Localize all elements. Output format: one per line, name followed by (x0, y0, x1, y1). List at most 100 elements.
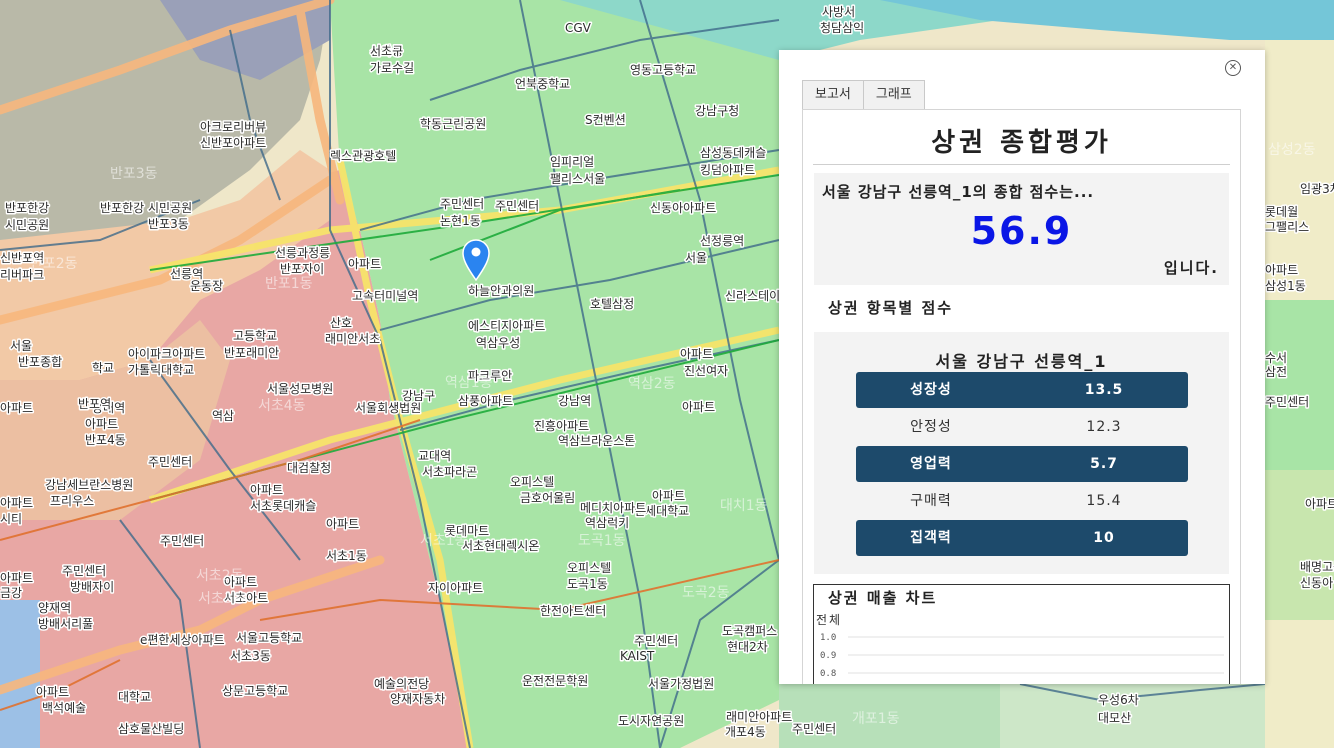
map-label: 주민센터 (495, 199, 539, 213)
map-label: 서울회생법원 (355, 401, 421, 415)
chart-title: 상권 매출 차트 (828, 589, 938, 607)
map-label: 래미안아파트 (726, 710, 792, 724)
map-label: 현대2차 (727, 640, 768, 654)
map-label: 오피스텔 (567, 561, 611, 575)
map-label: 서초파라곤 (422, 465, 477, 479)
map-label: 아파트 (0, 496, 33, 510)
map-label: 신라스테이 (725, 289, 780, 303)
map-label: 에스티지아파트 (468, 319, 545, 333)
map-label: 주민센터 (148, 455, 192, 469)
map-label: 영동고등학교 (630, 63, 696, 77)
map-label: 금강 (0, 586, 22, 600)
score-row-name: 집객력 (910, 530, 952, 546)
district-name-label: 서초3동 (198, 591, 246, 607)
map-label: 주민센터 (1265, 395, 1309, 409)
map-label: 진흥아파트 (534, 419, 589, 433)
chart-plot: 1.00.90.80.7 (820, 633, 1224, 679)
tab-report[interactable]: 보고서 (802, 80, 864, 109)
map-label: 선정릉역 (700, 234, 744, 248)
map-label: 교대역 (418, 449, 451, 463)
map-label: 도시자연공원 (618, 714, 684, 728)
map-label: 신동아아파트 (650, 201, 716, 215)
map-label: 아파트 (1265, 263, 1298, 277)
map-label: 우성6차 (1098, 693, 1139, 707)
map-label: 대검찰청 (287, 461, 331, 475)
report-title: 상권 종합평가 (931, 128, 1112, 158)
item-scores-region: 서울 강남구 선릉역_1 (935, 352, 1108, 371)
map-label: 아파트 (250, 483, 283, 497)
map-label: 반포래미안 (224, 346, 279, 360)
map-label: 금호어울림 (520, 491, 575, 505)
map-label: 고등학교 (233, 329, 277, 343)
map-label: 래미안서초 (325, 332, 380, 346)
score-row: 안정성 12.3 (856, 409, 1188, 445)
map-label: 대학교 (118, 690, 151, 704)
map-label: 서울 (10, 339, 32, 353)
map-label: 시티 (0, 512, 22, 526)
chart-tick-label: 1.0 (820, 633, 836, 643)
score-row-value: 5.7 (1090, 456, 1118, 472)
map-label: 호텔삼정 (590, 297, 634, 311)
district-name-label: 반포1동 (265, 276, 313, 292)
map-label: 주민센터 (634, 634, 678, 648)
map-label: 대모산 (1098, 711, 1131, 725)
district-name-label: 반포3동 (110, 166, 158, 182)
map-label: 청담삼익 (820, 21, 864, 35)
map-label: 반포3동 (148, 217, 189, 231)
map-label: CGV (565, 21, 592, 35)
district-name-label: 도곡1동 (578, 533, 626, 549)
tab-graph[interactable]: 그래프 (862, 80, 925, 109)
map-label: 논현1동 (440, 214, 481, 228)
report-tabs: 보고서 그래프 (802, 80, 925, 109)
map-label: 시민공원 (148, 201, 192, 215)
map-label: 서초1동 (326, 549, 367, 563)
map-label: 반포역 (78, 397, 111, 411)
map-label: 사방서 (822, 5, 855, 19)
score-row: 집객력 10 (856, 520, 1188, 556)
map-label: 임피리얼 (550, 155, 594, 169)
district-name-label: 서초1동 (420, 533, 468, 549)
map-label: 메디치아파트 (580, 501, 646, 515)
map-label: 역삼브라운스톤 (558, 434, 635, 448)
map-label: 주민센터 (440, 197, 484, 211)
map-label: 반포자이 (280, 262, 324, 276)
map-label: 언북중학교 (515, 77, 570, 91)
map-label: 킹덤아파트 (700, 163, 755, 177)
map-label: 운동장 (190, 279, 223, 293)
map-label: 양재역 (38, 601, 71, 615)
sales-chart: 상권 매출 차트 전체 1.00.90.80.7 (813, 584, 1230, 684)
map-label: 배명고등학교 (1300, 560, 1334, 574)
items-heading: 상권 항목별 점수 (828, 299, 954, 317)
map-label: 강남구청 (695, 104, 739, 118)
district-name-label: 대치1동 (720, 498, 768, 514)
district-name-label: 개포1동 (852, 711, 900, 727)
map-label: KAIST (620, 649, 655, 663)
score-row: 구매력 15.4 (856, 483, 1188, 519)
close-circle-icon[interactable]: ✕ (1225, 60, 1241, 76)
map-label: 개포4동 (725, 725, 766, 739)
item-scores-box: 서울 강남구 선릉역_1 성장성 13.5 안정성 12.3 영업력 5.7 구… (814, 332, 1229, 574)
map-label: 방배서리풀 (38, 617, 93, 631)
map-label: 자이아파트 (428, 581, 483, 595)
map-label: 삼호물산빌딩 (118, 722, 184, 736)
score-row-name: 성장성 (910, 382, 952, 398)
map-label: 선릉과정릉 (275, 246, 330, 260)
map-label: 서울 (685, 251, 707, 265)
map-label: 도곡1동 (567, 577, 608, 591)
map-label: 반포종합 (18, 355, 62, 369)
map-label: 팰리스서울 (550, 172, 605, 186)
score-row-value: 13.5 (1084, 382, 1124, 398)
district-name-label: 역삼1동 (445, 375, 493, 391)
report-panel: ✕ 보고서 그래프 상권 종합평가 서울 강남구 선릉역_1의 종합 점수는..… (779, 50, 1265, 684)
map-label: 가톨릭대학교 (128, 363, 194, 377)
score-row: 성장성 13.5 (856, 372, 1188, 408)
map-label: 아파트 (680, 347, 713, 361)
map-label: 강남구 (402, 389, 435, 403)
map-label: 아파트 (1305, 497, 1334, 511)
map-label: 반포한강 (100, 201, 144, 215)
report-content: 상권 종합평가 서울 강남구 선릉역_1의 종합 점수는... 56.9 입니다… (802, 109, 1241, 684)
score-row-value: 12.3 (1086, 419, 1122, 435)
map-label: 서초3동 (230, 649, 271, 663)
score-row-value: 15.4 (1086, 493, 1122, 509)
score-row: 영업력 5.7 (856, 446, 1188, 482)
